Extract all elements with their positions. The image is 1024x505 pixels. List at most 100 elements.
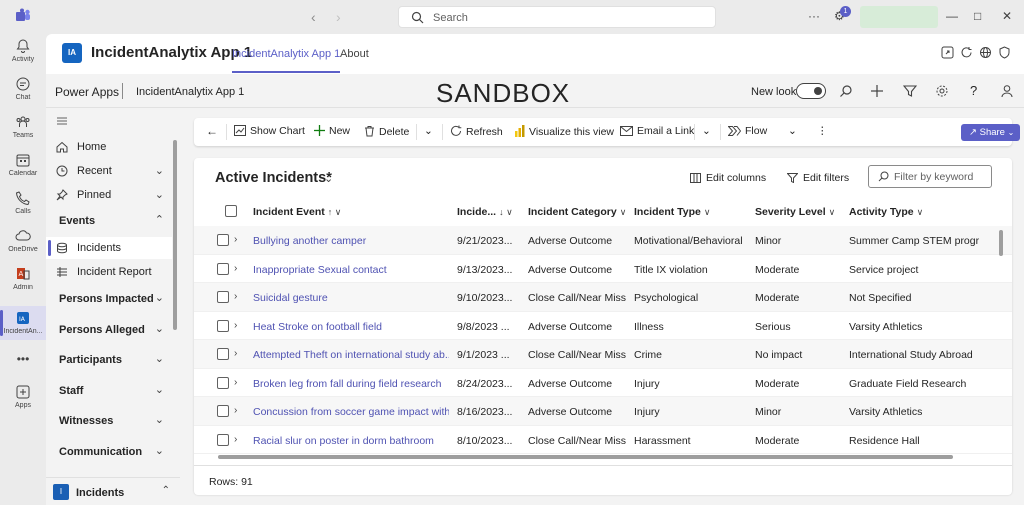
- row-checkbox[interactable]: [217, 433, 229, 446]
- chevron-down-icon[interactable]: ⌄: [155, 383, 164, 396]
- area-switcher[interactable]: I Incidents ⌃: [46, 477, 180, 505]
- nav-group-staff[interactable]: Staff ⌄: [46, 380, 172, 402]
- grid-horizontal-scrollbar[interactable]: [218, 455, 953, 459]
- expand-row-chevron-icon[interactable]: ›: [234, 291, 237, 302]
- search-icon[interactable]: [839, 84, 853, 98]
- help-icon[interactable]: ?: [970, 83, 984, 98]
- expand-row-chevron-icon[interactable]: ›: [234, 434, 237, 445]
- close-window-icon[interactable]: ✕: [1002, 9, 1012, 23]
- select-all-checkbox[interactable]: [225, 205, 237, 217]
- column-header-incident-date[interactable]: Incide... ↓ ∨: [457, 206, 513, 218]
- new-button[interactable]: New: [314, 125, 350, 137]
- visualize-button[interactable]: Visualize this view: [514, 125, 614, 138]
- expand-row-chevron-icon[interactable]: ›: [234, 377, 237, 388]
- table-row[interactable]: › Bullying another camper 9/21/2023... A…: [194, 226, 1012, 255]
- nav-item-pinned[interactable]: Pinned ⌄: [46, 184, 172, 206]
- add-icon[interactable]: [870, 84, 884, 98]
- table-row[interactable]: › Heat Stroke on football field 9/8/2023…: [194, 312, 1012, 340]
- show-chart-button[interactable]: Show Chart: [234, 125, 305, 137]
- chevron-down-icon[interactable]: ⌄: [155, 322, 164, 335]
- rail-incident-app[interactable]: IA IncidentAn...: [0, 306, 46, 340]
- incident-event-link[interactable]: Inappropriate Sexual contact: [253, 264, 449, 276]
- popout-icon[interactable]: [941, 46, 954, 59]
- expand-row-chevron-icon[interactable]: ›: [234, 320, 237, 331]
- row-checkbox[interactable]: [217, 291, 229, 303]
- incident-event-link[interactable]: Broken leg from fall during field resear…: [253, 378, 449, 390]
- rail-onedrive[interactable]: OneDrive: [0, 228, 46, 258]
- edit-columns-button[interactable]: Edit columns: [690, 172, 766, 184]
- filter-keyword-input[interactable]: Filter by keyword: [868, 165, 992, 188]
- rail-calendar[interactable]: Calendar: [0, 152, 46, 182]
- back-arrow-icon[interactable]: ←: [206, 124, 218, 138]
- rail-activity[interactable]: Activity: [0, 38, 46, 68]
- chevron-down-icon[interactable]: ⌄: [155, 352, 164, 365]
- nav-group-communication[interactable]: Communication ⌄: [46, 441, 172, 463]
- view-selector-chevron-icon[interactable]: ⌄: [324, 172, 333, 185]
- incident-event-link[interactable]: Concussion from soccer game impact with.…: [253, 406, 449, 418]
- chevron-up-icon[interactable]: ⌃: [155, 213, 164, 226]
- shield-icon[interactable]: [998, 46, 1011, 59]
- profile-area[interactable]: [860, 6, 938, 28]
- row-checkbox[interactable]: [217, 348, 229, 360]
- incident-event-link[interactable]: Heat Stroke on football field: [253, 321, 449, 333]
- nav-group-witnesses[interactable]: Witnesses ⌄: [46, 410, 172, 432]
- row-checkbox[interactable]: [217, 319, 229, 332]
- table-row[interactable]: › Attempted Theft on international study…: [194, 340, 1012, 369]
- nav-item-incidents[interactable]: Incidents: [46, 237, 172, 259]
- expand-row-chevron-icon[interactable]: ›: [234, 234, 237, 245]
- more-options-icon[interactable]: ···: [808, 9, 820, 23]
- email-options-chevron-icon[interactable]: ⌄: [702, 125, 711, 137]
- table-row[interactable]: › Broken leg from fall during field rese…: [194, 369, 1012, 397]
- row-checkbox[interactable]: [217, 262, 229, 275]
- share-button[interactable]: ↗ Share ⌄: [961, 124, 1020, 141]
- nav-group-persons-alleged[interactable]: Persons Alleged ⌄: [46, 319, 172, 341]
- rail-calls[interactable]: Calls: [0, 190, 46, 220]
- nav-group-persons-impacted[interactable]: Persons Impacted ⌄: [46, 288, 172, 310]
- new-look-toggle[interactable]: [796, 83, 826, 99]
- globe-icon[interactable]: [979, 46, 992, 59]
- tab-about[interactable]: About: [340, 48, 369, 60]
- column-header-activity-type[interactable]: Activity Type ∨: [849, 206, 923, 218]
- delete-options-chevron-icon[interactable]: ⌄: [424, 125, 433, 137]
- expand-row-chevron-icon[interactable]: ›: [234, 263, 237, 274]
- incident-event-link[interactable]: Racial slur on poster in dorm bathroom: [253, 435, 449, 447]
- chevron-down-icon[interactable]: ⌄: [155, 444, 164, 457]
- nav-group-participants[interactable]: Participants ⌄: [46, 349, 172, 371]
- refresh-app-icon[interactable]: [960, 46, 973, 59]
- rail-teams[interactable]: Teams: [0, 114, 46, 144]
- filter-icon[interactable]: [903, 84, 917, 98]
- column-header-incident-event[interactable]: Incident Event ↑ ∨: [253, 206, 341, 218]
- column-header-severity-level[interactable]: Severity Level ∨: [755, 206, 835, 218]
- incident-event-link[interactable]: Bullying another camper: [253, 235, 449, 247]
- back-arrow-icon[interactable]: ‹: [311, 9, 316, 25]
- table-row[interactable]: › Racial slur on poster in dorm bathroom…: [194, 426, 1012, 454]
- incident-event-link[interactable]: Suicidal gesture: [253, 292, 449, 304]
- chevron-down-icon[interactable]: ⌄: [155, 413, 164, 426]
- forward-arrow-icon[interactable]: ›: [336, 9, 341, 25]
- incident-event-link[interactable]: Attempted Theft on international study a…: [253, 349, 449, 361]
- column-header-incident-type[interactable]: Incident Type ∨: [634, 206, 711, 218]
- table-row[interactable]: › Suicidal gesture 9/10/2023... Close Ca…: [194, 283, 1012, 312]
- delete-button[interactable]: Delete: [364, 125, 409, 138]
- rail-chat[interactable]: Chat: [0, 76, 46, 106]
- chevron-down-icon[interactable]: ⌄: [155, 291, 164, 304]
- row-checkbox[interactable]: [217, 405, 229, 417]
- expand-row-chevron-icon[interactable]: ›: [234, 405, 237, 416]
- email-link-button[interactable]: Email a Link: [620, 125, 694, 137]
- maximize-icon[interactable]: □: [974, 9, 981, 23]
- search-box[interactable]: Search: [398, 6, 716, 28]
- row-checkbox[interactable]: [217, 376, 229, 389]
- table-row[interactable]: › Inappropriate Sexual contact 9/13/2023…: [194, 255, 1012, 283]
- chevron-down-icon[interactable]: ⌄: [155, 164, 164, 177]
- minimize-icon[interactable]: —: [946, 9, 958, 23]
- table-row[interactable]: › Concussion from soccer game impact wit…: [194, 397, 1012, 426]
- more-apps-icon[interactable]: •••: [0, 352, 46, 366]
- row-checkbox[interactable]: [217, 234, 229, 246]
- rail-apps[interactable]: Apps: [0, 384, 46, 414]
- account-icon[interactable]: [1000, 84, 1014, 98]
- more-commands-icon[interactable]: ⋮: [817, 125, 828, 137]
- chevron-down-icon[interactable]: ⌄: [155, 188, 164, 201]
- rail-admin[interactable]: A Admin: [0, 266, 46, 296]
- column-header-incident-category[interactable]: Incident Category ∨: [528, 206, 626, 218]
- nav-item-recent[interactable]: Recent ⌄: [46, 160, 172, 182]
